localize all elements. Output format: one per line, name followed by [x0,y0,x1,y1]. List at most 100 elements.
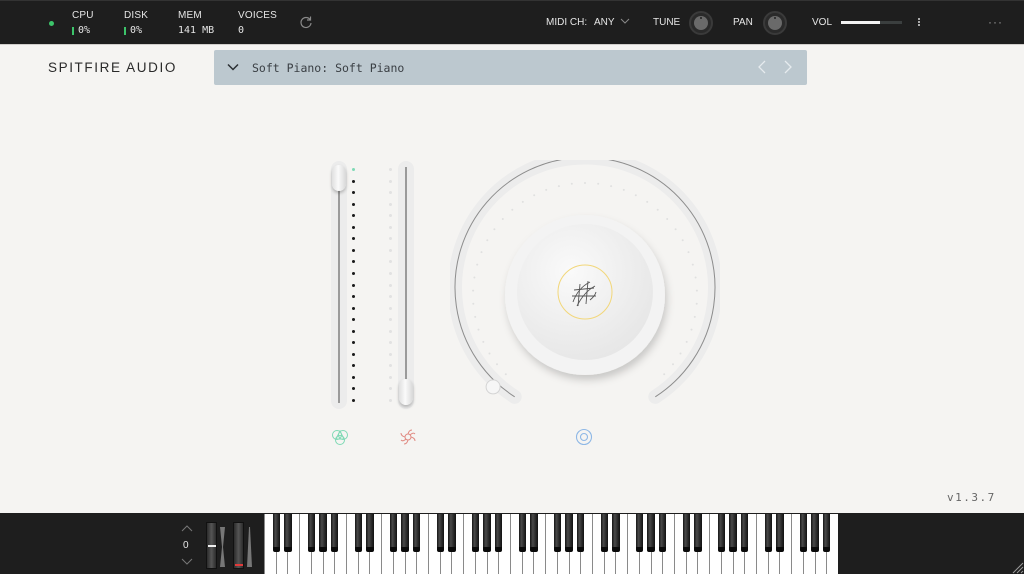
scale-dot [352,271,355,275]
black-key-G#3[interactable] [565,514,573,552]
chevron-down-icon[interactable] [620,16,630,26]
dynamics-icon[interactable] [331,428,349,446]
scale-dot [389,364,392,368]
piano-keyboard[interactable] [264,514,838,574]
black-key-A#6[interactable] [823,514,831,552]
expression-knob[interactable] [450,160,720,420]
scale-dot [389,168,392,171]
more-options-button[interactable]: ··· [988,15,1003,29]
black-key-F#5[interactable] [717,514,725,552]
pan-label: PAN [733,17,753,28]
previous-preset-icon[interactable] [755,59,769,75]
scale-dot [389,341,392,345]
knob-scale-dot [666,218,669,220]
black-key-F#2[interactable] [471,514,479,552]
volume-meter [918,18,920,27]
black-key-G#6[interactable] [811,514,819,552]
black-key-C#2[interactable] [436,514,444,552]
black-key-C#6[interactable] [764,514,772,552]
knob-scale-dot [545,188,548,191]
black-key-F#4[interactable] [635,514,643,552]
knob-scale-dot [687,251,690,254]
knob-scale-dot [486,239,489,242]
reverb-slider-thumb[interactable] [399,379,413,405]
volume-slider[interactable] [841,21,902,24]
target-icon[interactable] [575,428,593,446]
knob-cap [517,224,653,360]
scale-dot [389,352,392,356]
black-key-D#3[interactable] [530,514,538,552]
scale-dot [389,260,392,264]
preset-selector[interactable]: Soft Piano: Soft Piano [214,50,807,85]
black-key-F#0[interactable] [307,514,315,552]
black-key-D#0[interactable] [284,514,292,552]
black-key-F#1[interactable] [389,514,397,552]
knob-scale-dot [504,373,507,376]
black-key-A#0[interactable] [331,514,339,552]
black-key-C#4[interactable] [600,514,608,552]
cpu-value: 0% [78,25,91,36]
pitch-wheel[interactable] [206,522,217,569]
black-key-C#3[interactable] [518,514,526,552]
black-key-C#1[interactable] [354,514,362,552]
knob-scale-dot [681,239,684,242]
black-key-A#3[interactable] [577,514,585,552]
disk-value: 0% [130,25,143,36]
black-key-G#0[interactable] [319,514,327,552]
reverb-icon[interactable] [399,428,417,446]
knob-scale-dot [679,352,682,355]
mod-wheel[interactable] [233,522,244,569]
pan-knob[interactable] [763,11,787,35]
knob-scale-dot [482,340,485,343]
knob-scale-dot [693,315,696,318]
knob-scale-dot [672,363,674,366]
next-preset-icon[interactable] [781,59,795,75]
tune-knob[interactable] [689,11,713,35]
knob-handle [485,379,501,395]
resize-handle[interactable] [1010,560,1024,574]
knob-scale-dot [557,185,560,188]
volume-fill [841,21,881,24]
black-key-G#5[interactable] [729,514,737,552]
scale-dot [389,271,392,275]
knob-scale-dot [694,276,697,279]
dynamics-slider-thumb[interactable] [332,165,346,191]
preset-name: Soft Piano: Soft Piano [252,61,405,75]
black-key-D#2[interactable] [448,514,456,552]
scale-dot [352,260,355,264]
black-key-G#2[interactable] [483,514,491,552]
black-key-D#6[interactable] [776,514,784,552]
octave-down-icon[interactable] [181,558,193,566]
black-key-F#3[interactable] [553,514,561,552]
black-key-D#4[interactable] [612,514,620,552]
dynamics-slider[interactable] [331,161,347,409]
black-key-A#4[interactable] [659,514,667,552]
refresh-icon[interactable] [299,15,313,29]
scale-dot [389,225,392,229]
disk-meter [124,26,126,35]
black-key-G#4[interactable] [647,514,655,552]
chevron-down-icon[interactable] [227,62,239,72]
black-key-F#6[interactable] [799,514,807,552]
black-key-A#2[interactable] [495,514,503,552]
black-key-C#0[interactable] [272,514,280,552]
black-key-D#1[interactable] [366,514,374,552]
scale-dot [352,375,355,379]
scale-dot [389,318,392,322]
knob-scale-dot [622,188,625,191]
midi-channel-select[interactable]: ANY [594,17,615,28]
black-key-C#5[interactable] [682,514,690,552]
scale-dot [352,295,355,299]
knob-scale-dot [496,363,498,366]
octave-up-icon[interactable] [181,524,193,532]
black-key-A#1[interactable] [413,514,421,552]
reverb-slider[interactable] [398,161,414,409]
scale-dot [352,329,355,333]
black-key-D#5[interactable] [694,514,702,552]
knob-scale-dot [511,208,514,211]
scale-dot [352,364,355,368]
scale-dot [389,375,392,379]
black-key-G#1[interactable] [401,514,409,552]
black-key-A#5[interactable] [741,514,749,552]
scale-dot [352,191,355,195]
